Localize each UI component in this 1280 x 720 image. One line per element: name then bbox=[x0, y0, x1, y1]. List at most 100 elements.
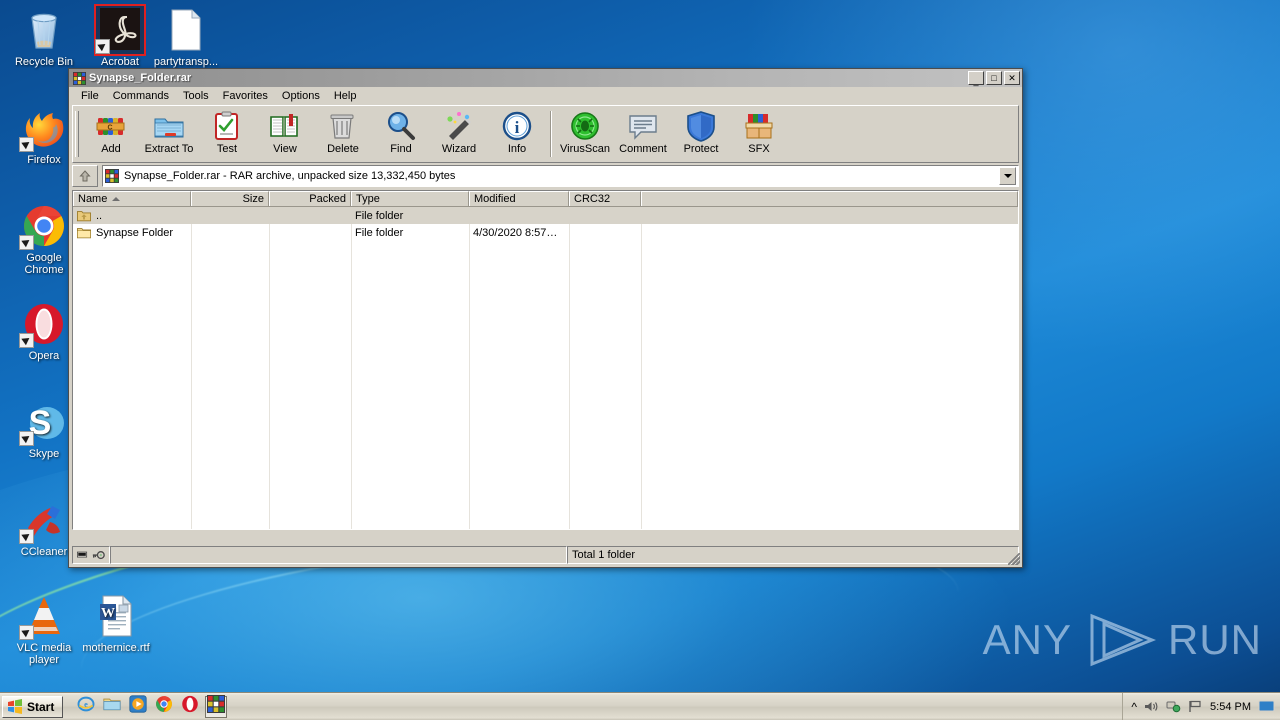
anyrun-play-icon bbox=[1090, 613, 1157, 667]
toolbar-grip[interactable] bbox=[75, 111, 79, 157]
find-icon bbox=[385, 110, 417, 142]
show-hidden-icons-icon[interactable]: ^ bbox=[1131, 700, 1137, 714]
table-row[interactable]: Synapse Folder File folder 4/30/2020 8:57… bbox=[73, 224, 1018, 241]
taskbar-button-winrar[interactable] bbox=[205, 695, 228, 718]
address-bar[interactable]: Synapse_Folder.rar - RAR archive, unpack… bbox=[72, 165, 1019, 187]
toolbar-button-virusscan[interactable]: VirusScan bbox=[556, 108, 614, 160]
folder-up-icon bbox=[77, 209, 91, 222]
toolbar-button-wizard[interactable]: Wizard bbox=[430, 108, 488, 160]
menu-item-favorites[interactable]: Favorites bbox=[216, 89, 275, 103]
desktop[interactable]: Recycle Bin Acrobat partytransp... Firef… bbox=[0, 0, 1280, 720]
toolbar-button-label: SFX bbox=[748, 143, 770, 155]
toolbar-button-add[interactable]: C Add bbox=[82, 108, 140, 160]
view-icon bbox=[269, 110, 301, 142]
window-title: Synapse_Folder.rar bbox=[89, 72, 192, 84]
comment-icon bbox=[627, 110, 659, 142]
taskbar[interactable]: Start e ^ 5:54 PM bbox=[0, 692, 1280, 720]
taskbar-button-windows-explorer[interactable] bbox=[101, 696, 123, 718]
column-header-modified[interactable]: Modified bbox=[469, 191, 569, 206]
clock[interactable]: 5:54 PM bbox=[1210, 701, 1251, 713]
system-tray[interactable]: ^ 5:54 PM bbox=[1122, 692, 1280, 720]
menu-item-commands[interactable]: Commands bbox=[106, 89, 176, 103]
menu-item-help[interactable]: Help bbox=[327, 89, 364, 103]
resize-grip[interactable] bbox=[1008, 553, 1020, 565]
add-icon: C bbox=[95, 110, 127, 142]
cell-text: .. bbox=[96, 209, 103, 222]
quick-launch[interactable]: e bbox=[75, 695, 228, 718]
desktop-icon-mothernice[interactable]: W mothernice.rtf bbox=[80, 592, 152, 655]
cell-name: .. bbox=[73, 209, 191, 222]
explorer-icon bbox=[103, 696, 121, 717]
cell-text: 4/30/2020 8:57… bbox=[473, 226, 558, 239]
flag-icon[interactable] bbox=[1188, 700, 1203, 713]
taskbar-button-internet-explorer[interactable]: e bbox=[75, 696, 97, 718]
column-header-crc32[interactable]: CRC32 bbox=[569, 191, 641, 206]
column-header-type[interactable]: Type bbox=[351, 191, 469, 206]
toolbar[interactable]: C Add Extract To Test View Delete Find Wi… bbox=[72, 105, 1019, 163]
menu-item-options[interactable]: Options bbox=[275, 89, 327, 103]
toolbar-button-info[interactable]: i Info bbox=[488, 108, 546, 160]
toolbar-button-view[interactable]: View bbox=[256, 108, 314, 160]
status-bar-icons[interactable] bbox=[72, 546, 110, 564]
cell-modified: 4/30/2020 8:57… bbox=[469, 227, 569, 239]
menu-bar[interactable]: File Commands Tools Favorites Options Help bbox=[69, 87, 1022, 104]
menu-item-file[interactable]: File bbox=[74, 89, 106, 103]
taskbar-button-media-player[interactable] bbox=[127, 695, 149, 718]
chevron-down-icon[interactable] bbox=[999, 167, 1016, 185]
cell-text: Synapse Folder bbox=[96, 226, 174, 239]
cell-type: File folder bbox=[351, 210, 469, 222]
close-button[interactable]: ✕ bbox=[1004, 71, 1020, 85]
volume-icon[interactable] bbox=[1144, 700, 1159, 713]
toolbar-button-sfx[interactable]: SFX bbox=[730, 108, 788, 160]
status-bar-total: Total 1 folder bbox=[567, 546, 1019, 564]
toolbar-button-label: Wizard bbox=[441, 143, 477, 155]
virusscan-icon bbox=[569, 110, 601, 142]
desktop-icon-partytransp[interactable]: partytransp... bbox=[150, 6, 222, 69]
toolbar-button-delete[interactable]: Delete bbox=[314, 108, 372, 160]
maximize-button[interactable]: □ bbox=[986, 71, 1002, 85]
toolbar-button-protect[interactable]: Protect bbox=[672, 108, 730, 160]
cell-text: File folder bbox=[355, 226, 404, 239]
table-row[interactable]: .. File folder bbox=[73, 207, 1018, 224]
toolbar-button-label: Test bbox=[216, 143, 238, 155]
desktop-icon-label: Acrobat bbox=[101, 56, 139, 68]
toolbar-button-extract-to[interactable]: Extract To bbox=[140, 108, 198, 160]
desktop-icon-recycle-bin[interactable]: Recycle Bin bbox=[8, 6, 80, 69]
column-header-name[interactable]: Name bbox=[73, 191, 191, 206]
network-icon[interactable] bbox=[1166, 700, 1181, 713]
winrar-window[interactable]: Synapse_Folder.rar _ □ ✕ File Commands Too… bbox=[68, 68, 1023, 568]
file-list-header[interactable]: Name Size Packed Type Modified CRC32 bbox=[73, 191, 1018, 207]
anyrun-watermark: ANY RUN bbox=[983, 612, 1262, 668]
start-button[interactable]: Start bbox=[2, 695, 64, 718]
file-list-body[interactable]: .. File folder Synapse Folder File folder 4/… bbox=[73, 207, 1018, 241]
show-desktop-button[interactable] bbox=[1258, 700, 1276, 713]
window-titlebar[interactable]: Synapse_Folder.rar _ □ ✕ bbox=[69, 69, 1022, 87]
desktop-icon-vlc[interactable]: VLC media player bbox=[8, 592, 80, 666]
delete-icon bbox=[327, 110, 359, 142]
watermark-text-left: ANY bbox=[982, 616, 1072, 663]
column-header-packed[interactable]: Packed bbox=[269, 191, 351, 206]
info-icon: i bbox=[501, 110, 533, 142]
column-header-size[interactable]: Size bbox=[191, 191, 269, 206]
toolbar-button-find[interactable]: Find bbox=[372, 108, 430, 160]
desktop-icon-acrobat[interactable]: Acrobat bbox=[84, 4, 156, 69]
toolbar-button-label: Info bbox=[507, 143, 527, 155]
minimize-button[interactable]: _ bbox=[968, 71, 984, 86]
chrome-icon bbox=[155, 695, 173, 718]
cell-type: File folder bbox=[351, 227, 469, 239]
status-bar-message bbox=[110, 546, 567, 564]
taskbar-button-opera[interactable] bbox=[179, 695, 201, 718]
up-one-level-button[interactable] bbox=[72, 165, 98, 187]
toolbar-button-label: Protect bbox=[683, 143, 719, 155]
toolbar-button-test[interactable]: Test bbox=[198, 108, 256, 160]
status-bar: Total 1 folder bbox=[72, 546, 1020, 565]
toolbar-button-comment[interactable]: Comment bbox=[614, 108, 672, 160]
archive-path-combo[interactable]: Synapse_Folder.rar - RAR archive, unpack… bbox=[102, 165, 1019, 187]
column-header-label: CRC32 bbox=[574, 193, 611, 205]
archive-path-text: Synapse_Folder.rar - RAR archive, unpack… bbox=[124, 170, 456, 182]
file-list[interactable]: Name Size Packed Type Modified CRC32 .. File f… bbox=[72, 190, 1019, 530]
opera-icon bbox=[181, 695, 199, 718]
sfx-icon bbox=[743, 110, 775, 142]
menu-item-tools[interactable]: Tools bbox=[176, 89, 216, 103]
taskbar-button-chrome[interactable] bbox=[153, 696, 175, 718]
